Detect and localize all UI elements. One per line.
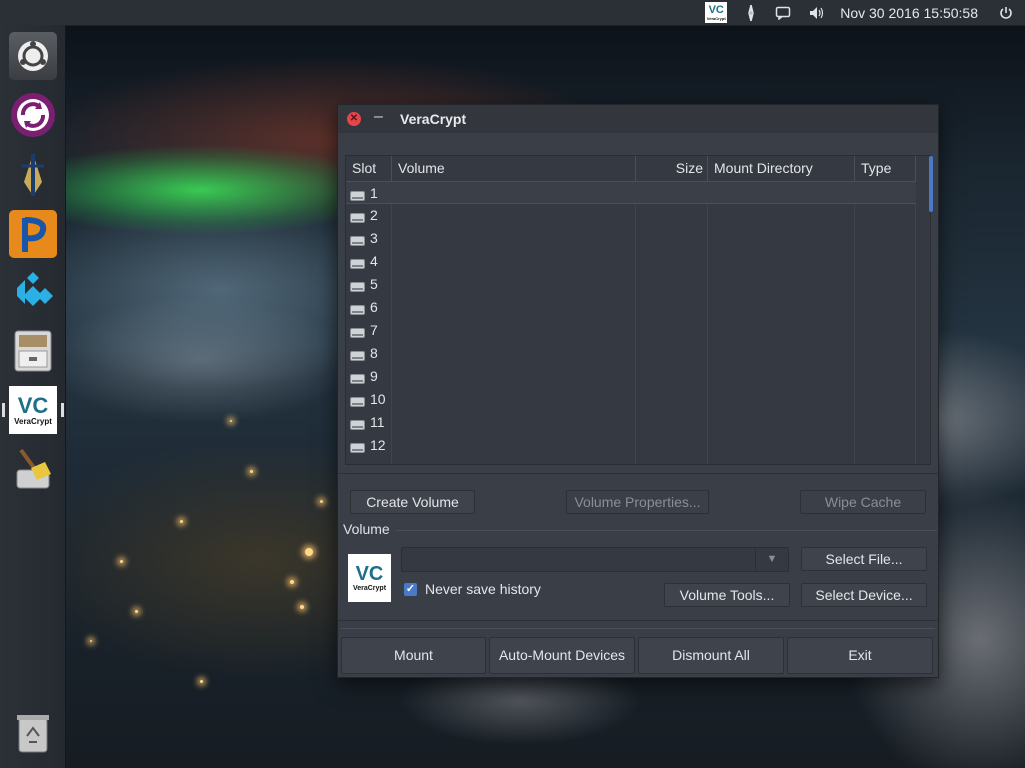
ubuntu-logo-icon[interactable] [9,32,57,80]
pen-app-icon[interactable] [9,151,57,199]
bluetooth-icon[interactable] [745,4,757,22]
slot-number: 3 [370,230,378,246]
column-header-mount-directory[interactable]: Mount Directory [708,156,855,181]
slot-number: 6 [370,299,378,315]
p-app-icon[interactable] [9,210,57,258]
slot-number: 9 [370,368,378,384]
table-row[interactable]: 11 [346,411,916,434]
veracrypt-tray-icon[interactable]: VC VeraCrypt [705,2,728,23]
veracrypt-logo: VC VeraCrypt [348,554,391,602]
auto-mount-devices-button[interactable]: Auto-Mount Devices [489,637,635,674]
window-title: VeraCrypt [400,111,467,127]
column-header-type[interactable]: Type [855,156,916,181]
select-file-button[interactable]: Select File... [801,547,927,571]
table-scrollbar[interactable] [929,156,933,212]
drive-icon [350,302,365,315]
active-indicator-left [2,403,5,417]
kodi-icon[interactable] [9,268,57,316]
slot-number: 10 [370,391,386,407]
minimize-window-button[interactable]: – [374,108,383,126]
sync-app-icon[interactable] [9,91,57,139]
launcher: VC VeraCrypt [0,25,66,768]
file-cabinet-icon[interactable] [9,327,57,375]
table-row[interactable]: 3 [346,227,916,250]
drive-icon [350,233,365,246]
table-row[interactable]: 12 [346,434,916,457]
table-row[interactable]: 7 [346,319,916,342]
slot-number: 2 [370,207,378,223]
drive-icon [350,348,365,361]
drive-icon [350,256,365,269]
window-titlebar[interactable]: ✕ – VeraCrypt [338,105,938,133]
table-row[interactable]: 4 [346,250,916,273]
drive-icon [350,279,365,292]
close-window-button[interactable]: ✕ [347,112,361,126]
table-row[interactable]: 5 [346,273,916,296]
never-save-history-label[interactable]: Never save history [425,581,541,597]
chevron-down-icon[interactable]: ▼ [755,548,788,571]
volume-properties-button[interactable]: Volume Properties... [566,490,709,514]
create-volume-button[interactable]: Create Volume [350,490,475,514]
column-header-slot[interactable]: Slot [346,156,392,181]
table-row[interactable]: 8 [346,342,916,365]
volume-icon[interactable] [809,6,825,20]
table-row[interactable]: 9 [346,365,916,388]
broom-cleaner-icon[interactable] [9,445,57,493]
drive-icon [350,417,365,430]
top-panel: VC VeraCrypt Nov 30 2016 15:50:58 [0,0,1025,26]
slot-number: 5 [370,276,378,292]
slot-number: 12 [370,437,386,453]
select-device-button[interactable]: Select Device... [801,583,927,607]
drive-icon [350,371,365,384]
column-header-size[interactable]: Size [636,156,708,181]
slot-number: 1 [370,185,378,201]
table-row[interactable]: 1 [346,181,916,204]
slot-number: 11 [370,414,385,430]
slot-number: 8 [370,345,378,361]
never-save-history-checkbox[interactable]: ✓ [404,583,417,596]
volume-group-label: Volume [343,521,390,537]
drive-icon [350,440,365,453]
table-row[interactable]: 10 [346,388,916,411]
drive-icon [350,325,365,338]
slot-number: 7 [370,322,378,338]
column-header-volume[interactable]: Volume [392,156,636,181]
veracrypt-window: ✕ – VeraCrypt Slot Volume Size Mount Dir… [337,104,939,678]
drive-icon [350,188,365,201]
slot-number: 4 [370,253,378,269]
dismount-all-button[interactable]: Dismount All [638,637,784,674]
drive-icon [350,210,365,223]
table-row[interactable]: 6 [346,296,916,319]
veracrypt-icon[interactable]: VC VeraCrypt [9,386,57,434]
volume-tools-button[interactable]: Volume Tools... [664,583,790,607]
drive-icon [350,394,365,407]
exit-button[interactable]: Exit [787,637,933,674]
chat-icon[interactable] [775,6,791,20]
wipe-cache-button[interactable]: Wipe Cache [800,490,926,514]
mount-button[interactable]: Mount [341,637,486,674]
clock[interactable]: Nov 30 2016 15:50:58 [840,5,978,21]
active-indicator-right [61,403,64,417]
volume-path-input[interactable] [402,548,760,573]
slot-table[interactable]: Slot Volume Size Mount Directory Type 12… [345,155,933,465]
power-icon[interactable] [999,6,1013,20]
table-header: Slot Volume Size Mount Directory Type [346,156,916,182]
trash-icon[interactable] [13,711,53,755]
volume-path-combo[interactable]: ▼ [401,547,789,573]
table-row[interactable]: 2 [346,204,916,227]
